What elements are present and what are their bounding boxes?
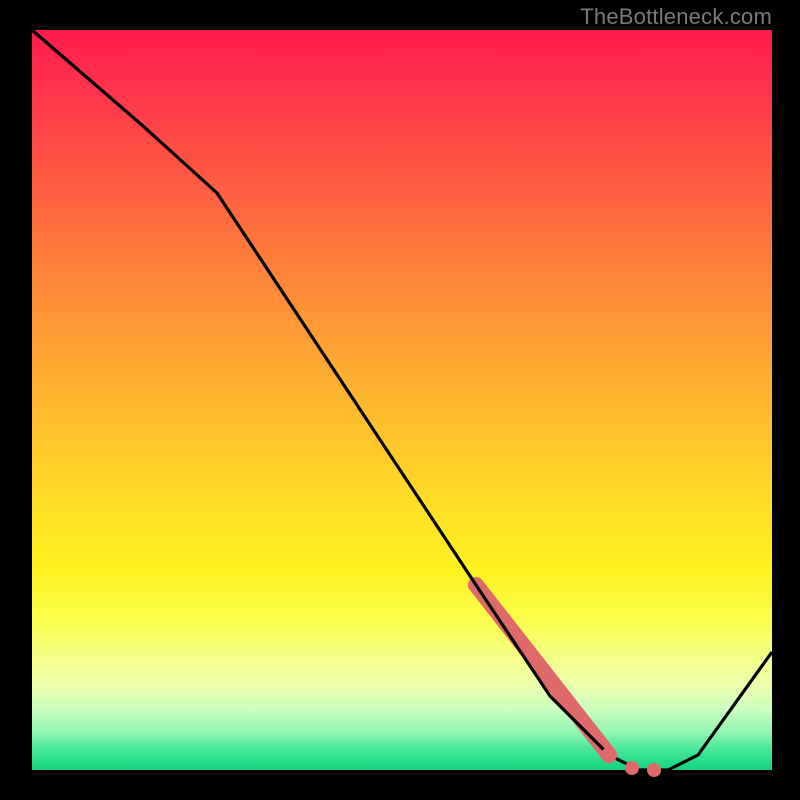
bottleneck-curve-line <box>32 30 772 770</box>
watermark-text: TheBottleneck.com <box>580 4 772 30</box>
highlight-segment <box>476 585 609 755</box>
highlight-dot <box>647 763 661 777</box>
highlight-dot <box>625 761 639 775</box>
highlight-dot <box>601 747 617 763</box>
chart-frame: TheBottleneck.com <box>0 0 800 800</box>
curve-layer <box>32 30 772 770</box>
